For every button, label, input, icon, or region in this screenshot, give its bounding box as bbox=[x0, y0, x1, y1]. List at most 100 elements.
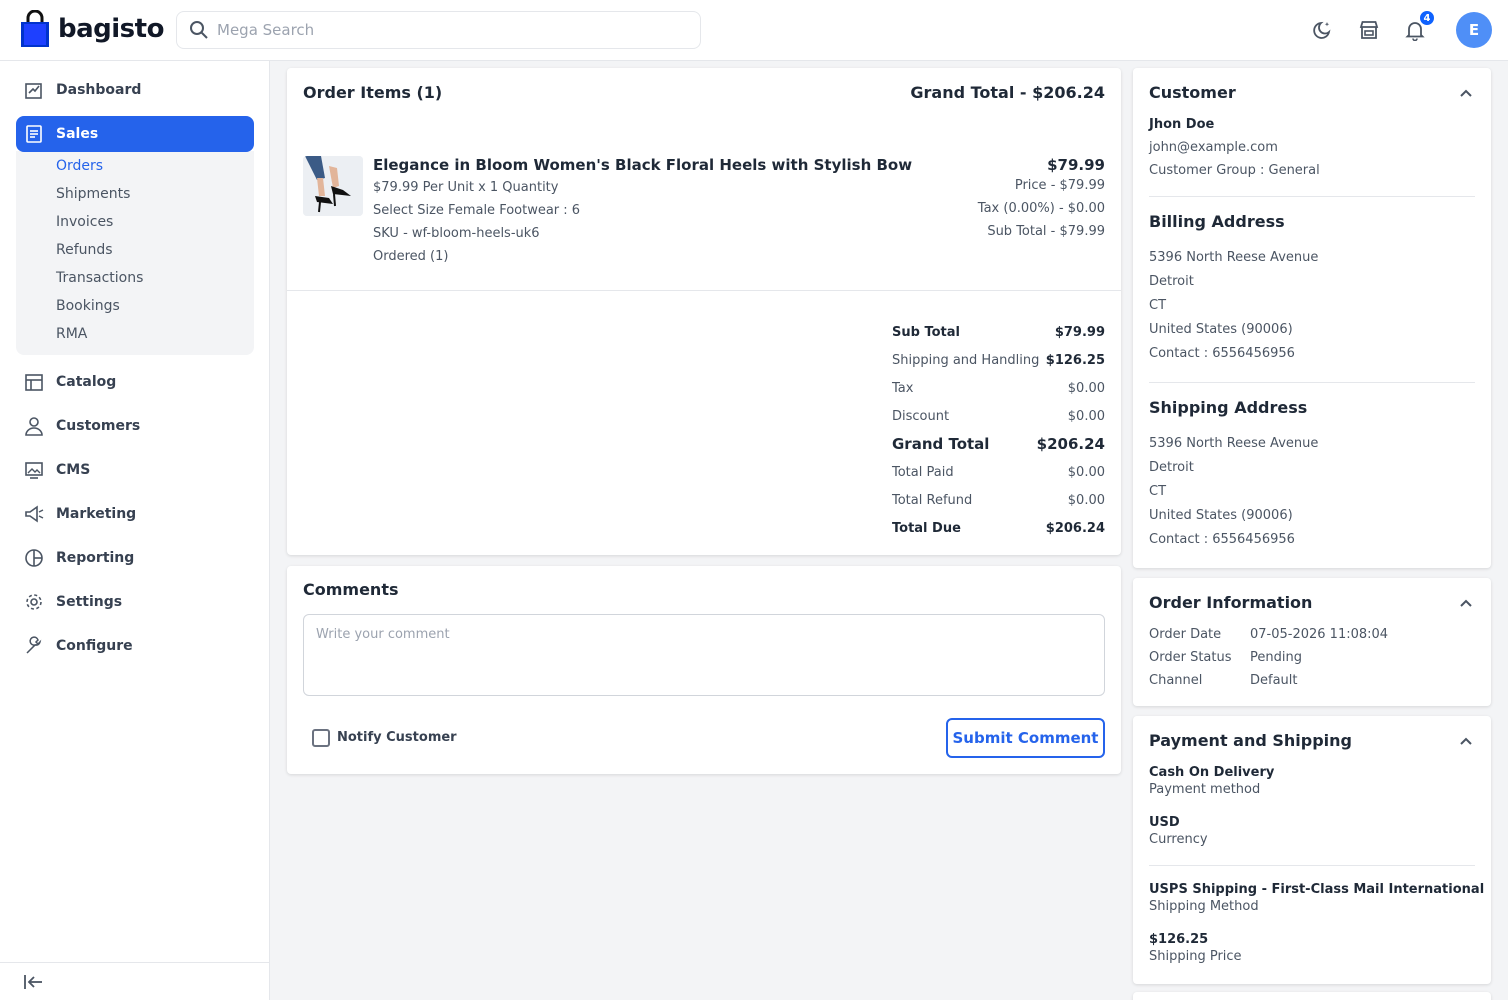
comments-card: Comments Notify Customer Submit Comment bbox=[287, 566, 1121, 774]
collapse-sidebar-button[interactable] bbox=[0, 962, 270, 1000]
logo[interactable]: bagisto bbox=[20, 10, 164, 48]
summary-value: $126.25 bbox=[1045, 353, 1105, 368]
next-card-peek bbox=[1133, 992, 1491, 1000]
comment-textarea[interactable] bbox=[303, 614, 1105, 696]
order-info-value: Pending bbox=[1250, 650, 1302, 665]
order-info-label: Order Date bbox=[1149, 627, 1222, 642]
summary-value: $0.00 bbox=[1067, 381, 1105, 396]
sidebar: Dashboard Sales Orders Shipments Invoice… bbox=[0, 61, 270, 1000]
summary-label: Shipping and Handling bbox=[892, 353, 1040, 368]
notify-customer-checkbox[interactable] bbox=[312, 729, 330, 747]
sidebar-item-label: Marketing bbox=[56, 506, 137, 522]
order-information-card: Order Information Order Date 07-05-2026 … bbox=[1133, 578, 1491, 706]
summary-value: $79.99 bbox=[1054, 325, 1105, 340]
order-information-title: Order Information bbox=[1149, 593, 1313, 612]
summary-label: Grand Total bbox=[892, 435, 990, 453]
avatar[interactable]: E bbox=[1456, 12, 1492, 48]
item-tax: Tax (0.00%) - $0.00 bbox=[977, 201, 1105, 216]
order-info-value: 07-05-2026 11:08:04 bbox=[1250, 627, 1389, 642]
sidebar-item-catalog[interactable]: Catalog bbox=[16, 364, 254, 400]
divider bbox=[1149, 382, 1475, 383]
summary-label: Total Paid bbox=[892, 465, 954, 480]
search-input[interactable] bbox=[217, 21, 677, 39]
customer-card: Customer Jhon Doe john@example.com Custo… bbox=[1133, 68, 1491, 568]
billing-address-title: Billing Address bbox=[1149, 212, 1285, 231]
shipping-price-value: $126.25 bbox=[1149, 932, 1209, 947]
sidebar-item-label: Sales bbox=[56, 126, 99, 142]
shipping-line: United States (90006) bbox=[1149, 508, 1293, 523]
sidebar-subitem-rma[interactable]: RMA bbox=[56, 326, 87, 342]
product-option-line: Select Size Female Footwear : 6 bbox=[373, 203, 581, 218]
summary-value: $0.00 bbox=[1067, 465, 1105, 480]
cms-icon bbox=[25, 462, 43, 479]
sidebar-item-cms[interactable]: CMS bbox=[16, 452, 254, 488]
grand-total-header: Grand Total - $206.24 bbox=[910, 83, 1105, 102]
notification-bell-icon[interactable]: 4 bbox=[1404, 9, 1436, 41]
settings-icon bbox=[26, 594, 42, 610]
divider bbox=[287, 290, 1121, 291]
currency-label: Currency bbox=[1149, 832, 1208, 847]
marketing-icon bbox=[25, 505, 44, 523]
product-name[interactable]: Elegance in Bloom Women's Black Floral H… bbox=[373, 156, 912, 174]
comments-title: Comments bbox=[303, 580, 399, 599]
customer-email: john@example.com bbox=[1149, 140, 1278, 155]
summary-label: Sub Total bbox=[892, 325, 960, 340]
customer-group: Customer Group : General bbox=[1149, 163, 1320, 178]
shipping-line: Contact : 6556456956 bbox=[1149, 532, 1295, 547]
submit-comment-button[interactable]: Submit Comment bbox=[946, 718, 1105, 758]
heels-image-icon bbox=[303, 156, 363, 216]
shipping-price-label: Shipping Price bbox=[1149, 949, 1242, 964]
shipping-method-label: Shipping Method bbox=[1149, 899, 1259, 914]
billing-line: Detroit bbox=[1149, 274, 1194, 289]
storefront-icon[interactable] bbox=[1358, 19, 1380, 41]
item-subtotal: Sub Total - $79.99 bbox=[987, 224, 1105, 239]
sidebar-subitem-orders[interactable]: Orders bbox=[56, 158, 103, 174]
payment-method-label: Payment method bbox=[1149, 782, 1261, 797]
sidebar-item-label: Customers bbox=[56, 418, 141, 434]
sidebar-item-label: Dashboard bbox=[56, 82, 142, 98]
sidebar-item-configure[interactable]: Configure bbox=[16, 628, 254, 664]
payment-shipping-title: Payment and Shipping bbox=[1149, 731, 1353, 750]
sidebar-item-settings[interactable]: Settings bbox=[16, 584, 254, 620]
notify-customer-label[interactable]: Notify Customer bbox=[337, 730, 457, 745]
product-sku-line: SKU - wf-bloom-heels-uk6 bbox=[373, 226, 540, 241]
product-thumbnail[interactable] bbox=[303, 156, 363, 216]
billing-line: 5396 North Reese Avenue bbox=[1149, 250, 1319, 265]
sidebar-subitem-refunds[interactable]: Refunds bbox=[56, 242, 113, 258]
divider bbox=[1149, 196, 1475, 197]
sidebar-item-label: Configure bbox=[56, 638, 133, 654]
summary-value: $0.00 bbox=[1067, 409, 1105, 424]
logo-text: bagisto bbox=[58, 14, 164, 44]
dark-mode-icon[interactable] bbox=[1312, 19, 1334, 41]
item-total: $79.99 bbox=[1047, 156, 1105, 174]
payment-method-value: Cash On Delivery bbox=[1149, 765, 1275, 780]
chevron-up-icon[interactable] bbox=[1457, 595, 1475, 613]
sidebar-item-customers[interactable]: Customers bbox=[16, 408, 254, 444]
divider bbox=[1149, 865, 1475, 866]
summary-label: Tax bbox=[892, 381, 914, 396]
summary-label: Discount bbox=[892, 409, 950, 424]
shipping-line: CT bbox=[1149, 484, 1167, 499]
sidebar-subitem-bookings[interactable]: Bookings bbox=[56, 298, 120, 314]
sidebar-subitem-invoices[interactable]: Invoices bbox=[56, 214, 113, 230]
order-info-value: Default bbox=[1250, 673, 1298, 688]
payment-shipping-card: Payment and Shipping Cash On Delivery Pa… bbox=[1133, 716, 1491, 984]
chevron-up-icon[interactable] bbox=[1457, 733, 1475, 751]
billing-line: Contact : 6556456956 bbox=[1149, 346, 1295, 361]
sidebar-item-reporting[interactable]: Reporting bbox=[16, 540, 254, 576]
catalog-icon bbox=[25, 374, 43, 391]
bag-logo-icon bbox=[21, 10, 49, 47]
sidebar-subitem-shipments[interactable]: Shipments bbox=[56, 186, 130, 202]
sidebar-item-marketing[interactable]: Marketing bbox=[16, 496, 254, 532]
mega-search[interactable] bbox=[176, 11, 701, 49]
order-items-title: Order Items (1) bbox=[303, 83, 443, 102]
billing-line: CT bbox=[1149, 298, 1167, 313]
configure-icon bbox=[26, 636, 42, 654]
order-info-label: Order Status bbox=[1149, 650, 1232, 665]
chevron-up-icon[interactable] bbox=[1457, 85, 1475, 103]
sidebar-subitem-transactions[interactable]: Transactions bbox=[56, 270, 143, 286]
sidebar-item-sales[interactable]: Sales bbox=[16, 116, 254, 152]
notification-badge: 4 bbox=[1418, 9, 1436, 27]
sidebar-item-label: Catalog bbox=[56, 374, 117, 390]
sidebar-item-dashboard[interactable]: Dashboard bbox=[16, 72, 254, 108]
